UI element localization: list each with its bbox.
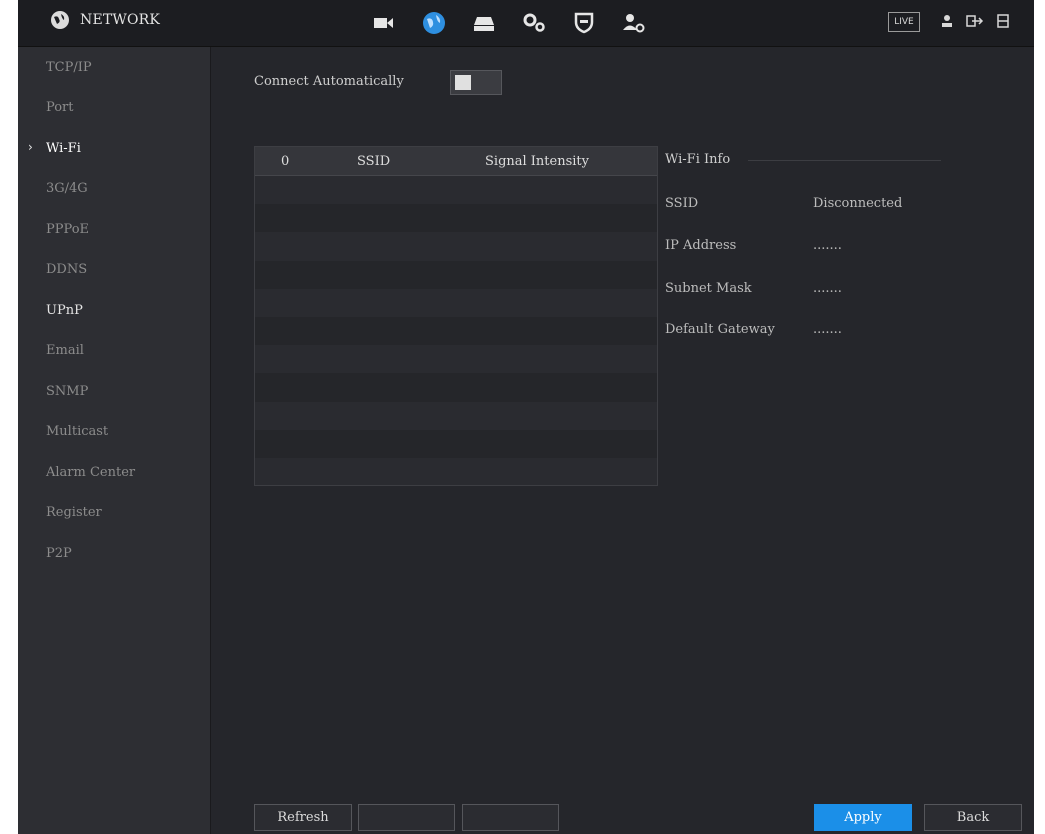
connect-automatically-toggle[interactable] (450, 70, 502, 95)
chevron-right-icon: › (28, 140, 33, 154)
table-row[interactable] (255, 458, 657, 486)
blank-button-2[interactable] (462, 804, 559, 831)
sidebar-item-label: SNMP (46, 383, 89, 399)
sidebar-item-snmp[interactable]: SNMP (18, 371, 210, 412)
sidebar-item-wifi[interactable]: › Wi-Fi (18, 128, 210, 169)
sidebar-item-label: 3G/4G (46, 181, 88, 197)
table-row[interactable] (255, 204, 657, 233)
info-ssid-value: Disconnected (813, 196, 903, 211)
info-ip-address-value: ....... (813, 238, 842, 253)
camera-icon[interactable] (368, 7, 400, 39)
sidebar-item-p2p[interactable]: P2P (18, 533, 210, 574)
sidebar-item-label: PPPoE (46, 221, 90, 237)
table-row[interactable] (255, 402, 657, 430)
system-gears-icon[interactable] (518, 7, 550, 39)
sidebar-item-label: TCP/IP (46, 59, 92, 75)
sidebar-item-multicast[interactable]: Multicast (18, 412, 210, 453)
wifi-info-title: Wi-Fi Info (665, 152, 731, 167)
connect-automatically-label: Connect Automatically (254, 74, 404, 89)
info-subnet-mask-label: Subnet Mask (665, 281, 752, 296)
table-header: 0 SSID Signal Intensity (255, 147, 657, 176)
page-title: NETWORK (80, 12, 161, 28)
account-icon[interactable] (618, 7, 650, 39)
info-subnet-mask-value: ....... (813, 281, 842, 296)
live-button[interactable]: LIVE (888, 12, 920, 32)
refresh-button[interactable]: Refresh (254, 804, 352, 831)
sidebar-item-tcp-ip[interactable]: TCP/IP (18, 47, 210, 88)
table-row[interactable] (255, 316, 657, 346)
sidebar-item-alarm-center[interactable]: Alarm Center (18, 452, 210, 493)
sidebar-item-label: Email (46, 343, 84, 359)
column-header-signal-intensity[interactable]: Signal Intensity (445, 154, 657, 169)
info-default-gateway-label: Default Gateway (665, 322, 775, 337)
logout-icon[interactable] (966, 12, 984, 30)
wifi-network-table: 0 SSID Signal Intensity (254, 146, 658, 486)
apply-button[interactable]: Apply (814, 804, 912, 831)
divider (748, 160, 941, 161)
sidebar-item-ddns[interactable]: DDNS (18, 250, 210, 291)
table-row[interactable] (255, 345, 657, 373)
table-row[interactable] (255, 260, 657, 289)
column-header-number[interactable]: 0 (255, 154, 335, 169)
utility-icons (938, 12, 1012, 30)
sidebar-item-label: Multicast (46, 424, 109, 440)
sidebar-item-upnp[interactable]: UPnP (18, 290, 210, 331)
top-bar: NETWORK LIVE (18, 0, 1034, 47)
security-shield-icon[interactable] (568, 7, 600, 39)
sidebar-item-label: Register (46, 505, 102, 521)
sidebar-item-pppoe[interactable]: PPPoE (18, 209, 210, 250)
sidebar: TCP/IP Port › Wi-Fi 3G/4G PPPoE DDNS UPn… (18, 47, 211, 834)
main-menu-icons (368, 7, 650, 39)
table-row[interactable] (255, 176, 657, 204)
info-default-gateway-value: ....... (813, 322, 842, 337)
sidebar-item-label: Wi-Fi (46, 140, 81, 156)
sidebar-item-label: UPnP (46, 302, 83, 318)
column-header-ssid[interactable]: SSID (335, 154, 445, 169)
app-window: NETWORK LIVE TCP/IP Port › Wi-Fi 3G/4G P… (18, 0, 1034, 834)
network-globe-icon (51, 11, 69, 29)
storage-icon[interactable] (468, 7, 500, 39)
toggle-knob (455, 75, 471, 90)
blank-button-1[interactable] (358, 804, 455, 831)
info-ssid-label: SSID (665, 196, 699, 211)
table-row[interactable] (255, 429, 657, 458)
sidebar-item-email[interactable]: Email (18, 331, 210, 372)
brand: NETWORK (50, 10, 160, 30)
info-ip-address-label: IP Address (665, 238, 737, 253)
back-button[interactable]: Back (924, 804, 1022, 831)
sidebar-item-register[interactable]: Register (18, 493, 210, 534)
sidebar-item-label: Alarm Center (46, 464, 136, 480)
table-row[interactable] (255, 373, 657, 402)
sidebar-item-label: P2P (46, 545, 72, 561)
sidebar-item-3g-4g[interactable]: 3G/4G (18, 169, 210, 210)
table-row[interactable] (255, 289, 657, 317)
menu-grid-icon[interactable] (994, 12, 1012, 30)
sidebar-item-label: DDNS (46, 262, 88, 278)
sidebar-item-port[interactable]: Port (18, 88, 210, 129)
network-globe-icon[interactable] (418, 7, 450, 39)
sidebar-item-label: Port (46, 100, 74, 116)
user-icon[interactable] (938, 12, 956, 30)
table-row[interactable] (255, 232, 657, 260)
